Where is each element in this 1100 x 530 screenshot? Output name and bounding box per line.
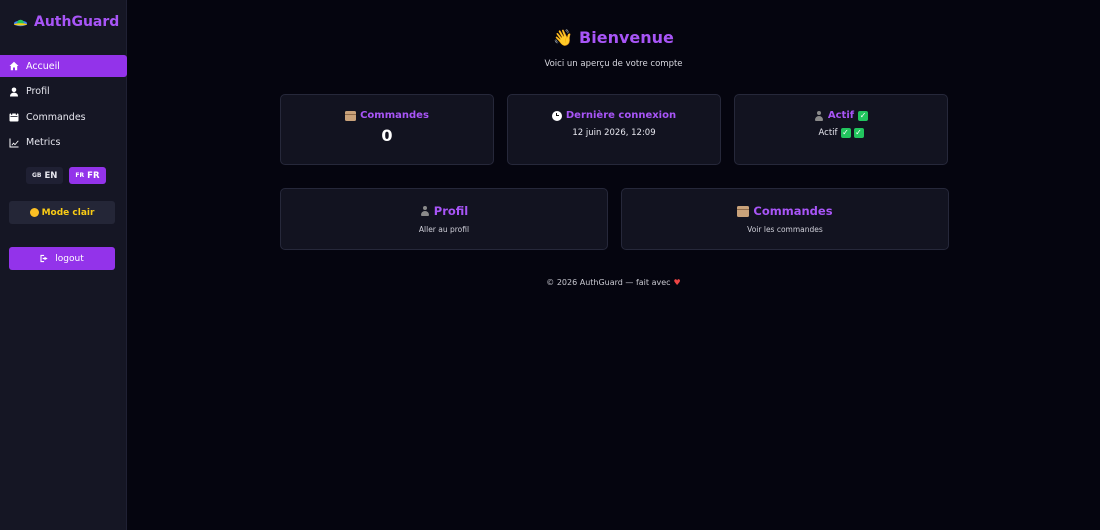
language-button-fr[interactable]: FR FR bbox=[69, 167, 106, 184]
sidebar-item-label: Commandes bbox=[26, 111, 86, 123]
status-title: Actif ✓ bbox=[814, 110, 869, 121]
check-icon: ✓ bbox=[858, 110, 869, 121]
logout-button[interactable]: logout bbox=[9, 247, 115, 270]
language-code: FR bbox=[87, 170, 100, 181]
orders-stat-title: Commandes bbox=[345, 110, 429, 121]
sidebar-item-label: Metrics bbox=[26, 137, 61, 148]
sun-icon bbox=[29, 208, 39, 217]
home-icon bbox=[9, 61, 19, 71]
sidebar-item-commandes[interactable]: Commandes bbox=[0, 106, 127, 128]
logout-icon bbox=[40, 254, 48, 263]
last-login-card: Dernière connexion 12 juin 2026, 12:09 bbox=[507, 94, 721, 165]
theme-toggle-label: Mode clair bbox=[41, 207, 95, 218]
status-value: Actif bbox=[818, 128, 838, 138]
fr-flag-icon: FR bbox=[75, 172, 85, 179]
status-label: Actif bbox=[827, 110, 855, 121]
orders-shortcut-subtitle: Voir les commandes bbox=[747, 225, 823, 234]
sidebar-item-profil[interactable]: Profil bbox=[0, 81, 127, 103]
profile-shortcut-card[interactable]: Profil Aller au profil bbox=[280, 188, 608, 250]
chart-line-icon bbox=[9, 138, 19, 148]
waving-hand-icon: 👋 bbox=[553, 27, 574, 47]
gb-flag-icon: GB bbox=[32, 172, 42, 179]
orders-shortcut-card[interactable]: Commandes Voir les commandes bbox=[621, 188, 949, 250]
page-title: Bienvenue bbox=[579, 28, 674, 47]
sidebar-item-accueil[interactable]: Accueil bbox=[0, 55, 127, 77]
last-login-label: Dernière connexion bbox=[565, 110, 677, 121]
orders-shortcut-title: Commandes bbox=[737, 204, 833, 218]
page-subtitle: Voici un aperçu de votre compte bbox=[544, 59, 683, 69]
last-login-title: Dernière connexion bbox=[551, 110, 677, 121]
orders-count: 0 bbox=[381, 126, 393, 145]
sidebar-item-label: Profil bbox=[26, 86, 50, 97]
footer: © 2026 AuthGuard — fait avec ♥ bbox=[127, 278, 1100, 287]
user-icon bbox=[420, 206, 430, 216]
clock-icon bbox=[551, 110, 562, 121]
theme-toggle-button[interactable]: Mode clair bbox=[9, 201, 115, 224]
package-icon bbox=[345, 110, 357, 121]
language-switcher: GB EN FR FR bbox=[26, 167, 106, 184]
sidebar: AuthGuard Accueil Profil Commandes Metri… bbox=[0, 0, 127, 530]
orders-shortcut-label: Commandes bbox=[753, 204, 833, 218]
ufo-icon bbox=[13, 15, 28, 30]
status-card: Actif ✓ Actif ✓ ✓ bbox=[734, 94, 948, 165]
user-icon bbox=[814, 110, 824, 121]
sidebar-item-label: Accueil bbox=[26, 60, 60, 72]
last-login-value: 12 juin 2026, 12:09 bbox=[572, 128, 656, 138]
language-button-en[interactable]: GB EN bbox=[26, 167, 64, 184]
orders-stat-card: Commandes 0 bbox=[280, 94, 494, 165]
brand[interactable]: AuthGuard bbox=[13, 14, 119, 30]
sidebar-item-metrics[interactable]: Metrics bbox=[0, 132, 127, 154]
app-root: AuthGuard Accueil Profil Commandes Metri… bbox=[0, 0, 1100, 530]
package-icon bbox=[737, 205, 750, 217]
footer-text: © 2026 AuthGuard — fait avec bbox=[546, 278, 671, 287]
status-value-row: Actif ✓ ✓ bbox=[818, 128, 864, 138]
profile-shortcut-label: Profil bbox=[433, 204, 469, 218]
main-content: 👋 Bienvenue Voici un aperçu de votre com… bbox=[127, 0, 1100, 530]
language-code: EN bbox=[44, 170, 58, 181]
welcome-header: 👋 Bienvenue bbox=[127, 28, 1100, 47]
heart-icon: ♥ bbox=[673, 278, 681, 287]
brand-name: AuthGuard bbox=[34, 14, 120, 30]
orders-stat-label: Commandes bbox=[360, 110, 429, 121]
logout-label: logout bbox=[55, 253, 84, 264]
user-icon bbox=[9, 87, 19, 97]
profile-shortcut-subtitle: Aller au profil bbox=[418, 225, 470, 234]
calendar-icon bbox=[9, 112, 19, 122]
check-icon: ✓ bbox=[853, 128, 864, 138]
check-icon: ✓ bbox=[840, 128, 851, 138]
sidebar-nav: Accueil Profil Commandes Metrics bbox=[0, 55, 127, 157]
profile-shortcut-title: Profil bbox=[420, 204, 468, 218]
